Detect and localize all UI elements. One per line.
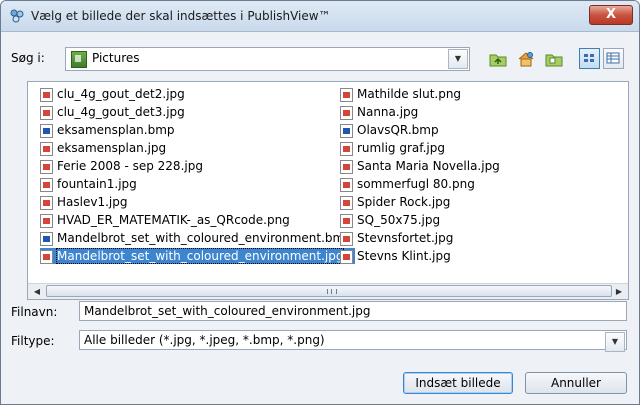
png-file-icon [340, 88, 353, 102]
file-name: HVAD_ER_MATEMATIK-_as_QRcode.png [57, 213, 290, 227]
file-item[interactable]: SQ_50x75.jpg [340, 212, 503, 228]
details-view-button[interactable] [603, 48, 624, 69]
file-name: Stevnsfortet.jpg [357, 231, 454, 245]
file-name: Ferie 2008 - sep 228.jpg [57, 159, 203, 173]
look-in-label: Søg i: [11, 51, 45, 65]
file-name: eksamensplan.jpg [57, 141, 167, 155]
file-column-1: clu_4g_gout_det2.jpg clu_4g_gout_det3.jpg… [40, 86, 355, 266]
file-name: clu_4g_gout_det3.jpg [57, 105, 185, 119]
jpg-file-icon [340, 106, 353, 120]
folder-icon [71, 51, 87, 68]
png-file-icon [340, 178, 353, 192]
details-view-icon [606, 52, 620, 64]
file-item[interactable]: Mandelbrot_set_with_coloured_environment… [40, 230, 355, 246]
jpg-file-icon [40, 196, 53, 210]
horizontal-scrollbar[interactable]: ◀ ▶ [28, 283, 628, 299]
scroll-right-icon[interactable]: ▶ [612, 285, 626, 298]
file-item[interactable]: Santa Maria Novella.jpg [340, 158, 503, 174]
file-item[interactable]: HVAD_ER_MATEMATIK-_as_QRcode.png [40, 212, 355, 228]
bmp-file-icon [340, 124, 353, 138]
scrollbar-thumb[interactable] [46, 285, 612, 297]
home-icon[interactable] [517, 51, 535, 67]
dialog-content: Søg i: Pictures ▼ clu_4g_gout_det2.jpg c… [1, 32, 639, 404]
file-name: Santa Maria Novella.jpg [357, 159, 500, 173]
file-name: Mandelbrot_set_with_coloured_environment… [55, 248, 345, 264]
jpg-file-icon [40, 88, 53, 102]
chevron-down-icon[interactable]: ▼ [448, 49, 468, 69]
chevron-down-icon[interactable]: ▼ [605, 332, 625, 352]
file-column-2: Mathilde slut.png Nanna.jpg OlavsQR.bmp rum… [340, 86, 503, 266]
jpg-file-icon [340, 160, 353, 174]
file-item[interactable]: Mandelbrot_set_with_coloured_environment… [40, 248, 355, 264]
bmp-file-icon [40, 124, 53, 138]
jpg-file-icon [340, 214, 353, 228]
file-item[interactable]: Stevns Klint.jpg [340, 248, 503, 264]
file-name: fountain1.jpg [57, 177, 137, 191]
filetype-value: Alle billeder (*.jpg, *.jpeg, *.bmp, *.p… [84, 333, 325, 347]
file-name: Mathilde slut.png [357, 87, 462, 101]
window-title: Vælg et billede der skal indsættes i Pub… [31, 9, 331, 23]
up-folder-icon[interactable] [489, 51, 507, 67]
close-button[interactable]: X [589, 5, 633, 25]
jpg-file-icon [340, 250, 353, 264]
file-name: Stevns Klint.jpg [357, 249, 451, 263]
filename-label: Filnavn: [11, 305, 58, 319]
look-in-value: Pictures [92, 51, 140, 65]
bmp-file-icon [40, 232, 53, 246]
scroll-left-icon[interactable]: ◀ [30, 285, 44, 298]
file-name: rumlig graf.jpg [357, 141, 445, 155]
file-name: sommerfugl 80.png [357, 177, 475, 191]
file-name: Haslev1.jpg [57, 195, 128, 209]
file-item[interactable]: rumlig graf.jpg [340, 140, 503, 156]
file-item[interactable]: eksamensplan.bmp [40, 122, 355, 138]
file-item[interactable]: clu_4g_gout_det2.jpg [40, 86, 355, 102]
file-name: clu_4g_gout_det2.jpg [57, 87, 185, 101]
jpg-file-icon [40, 250, 53, 264]
file-item[interactable]: eksamensplan.jpg [40, 140, 355, 156]
list-view-button[interactable] [579, 48, 600, 69]
file-name: SQ_50x75.jpg [357, 213, 441, 227]
jpg-file-icon [40, 142, 53, 156]
file-item[interactable]: Spider Rock.jpg [340, 194, 503, 210]
file-name: Mandelbrot_set_with_coloured_environment… [57, 231, 352, 245]
grip-icon [327, 289, 337, 294]
file-name: Spider Rock.jpg [357, 195, 451, 209]
file-name: OlavsQR.bmp [357, 123, 439, 137]
title-bar[interactable]: Vælg et billede der skal indsættes i Pub… [1, 1, 639, 32]
file-item[interactable]: OlavsQR.bmp [340, 122, 503, 138]
new-folder-icon[interactable] [545, 51, 563, 67]
file-item[interactable]: clu_4g_gout_det3.jpg [40, 104, 355, 120]
file-item[interactable]: sommerfugl 80.png [340, 176, 503, 192]
file-item[interactable]: Nanna.jpg [340, 104, 503, 120]
png-file-icon [40, 214, 53, 228]
app-icon [10, 9, 24, 23]
jpg-file-icon [340, 232, 353, 246]
filetype-combobox[interactable]: Alle billeder (*.jpg, *.jpeg, *.bmp, *.p… [79, 330, 627, 352]
file-chooser-dialog: Vælg et billede der skal indsættes i Pub… [0, 0, 640, 405]
filetype-label: Filtype: [11, 334, 55, 348]
jpg-file-icon [40, 178, 53, 192]
look-in-combobox[interactable]: Pictures ▼ [65, 47, 470, 71]
filename-input[interactable]: Mandelbrot_set_with_coloured_environment… [79, 301, 627, 321]
file-item[interactable]: fountain1.jpg [40, 176, 355, 192]
insert-image-button[interactable]: Indsæt billede [403, 372, 513, 394]
jpg-file-icon [340, 142, 353, 156]
jpg-file-icon [40, 106, 53, 120]
file-name: eksamensplan.bmp [57, 123, 175, 137]
file-name: Nanna.jpg [357, 105, 419, 119]
cancel-button[interactable]: Annuller [525, 372, 627, 394]
file-item[interactable]: Stevnsfortet.jpg [340, 230, 503, 246]
jpg-file-icon [40, 160, 53, 174]
file-list[interactable]: clu_4g_gout_det2.jpg clu_4g_gout_det3.jpg… [27, 81, 629, 300]
file-item[interactable]: Mathilde slut.png [340, 86, 503, 102]
list-view-icon [584, 54, 594, 62]
jpg-file-icon [340, 196, 353, 210]
file-item[interactable]: Ferie 2008 - sep 228.jpg [40, 158, 355, 174]
file-item[interactable]: Haslev1.jpg [40, 194, 355, 210]
